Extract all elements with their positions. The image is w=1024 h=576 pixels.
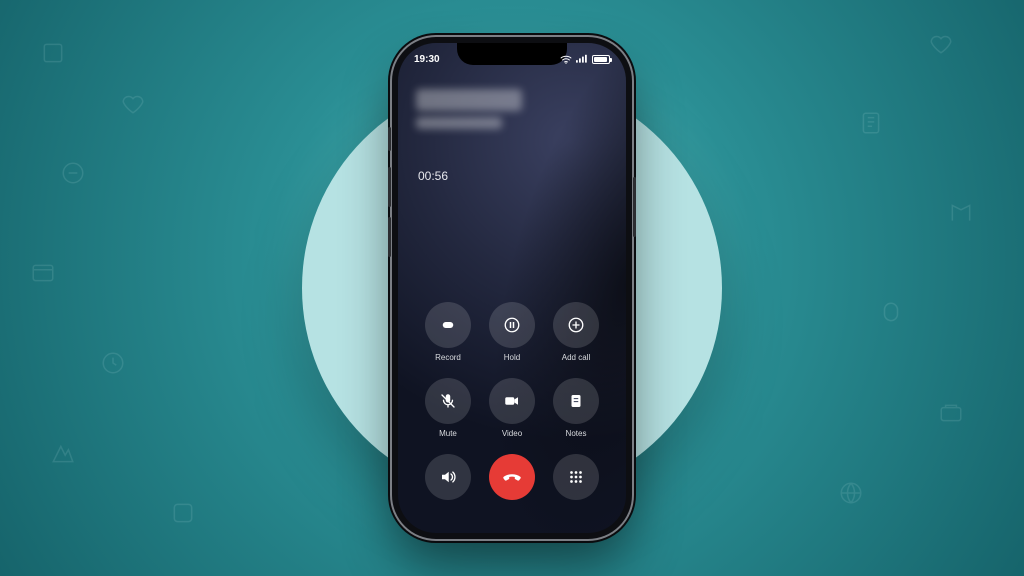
hold-button[interactable] (489, 302, 535, 348)
caller-name-blurred (416, 89, 608, 135)
speaker-control (418, 454, 478, 505)
status-bar: 19:30 (398, 49, 626, 69)
hold-label: Hold (504, 353, 520, 362)
end-call-control (482, 454, 542, 505)
volume-up-button (388, 167, 391, 207)
phone-frame: 19:30 00:56 Record (392, 37, 632, 539)
record-icon (439, 316, 457, 334)
pause-icon (503, 316, 521, 334)
notes-label: Notes (566, 429, 587, 438)
volume-down-button (388, 217, 391, 257)
mute-label: Mute (439, 429, 457, 438)
phone-hangup-icon (501, 466, 523, 488)
record-control: Record (418, 302, 478, 362)
keypad-button[interactable] (553, 454, 599, 500)
side-button (388, 127, 391, 151)
power-button (633, 177, 636, 237)
video-control: Video (482, 378, 542, 438)
speaker-button[interactable] (425, 454, 471, 500)
battery-icon (592, 55, 610, 64)
notes-button[interactable] (553, 378, 599, 424)
keypad-icon (567, 468, 585, 486)
video-label: Video (502, 429, 522, 438)
mute-control: Mute (418, 378, 478, 438)
stage: 19:30 00:56 Record (0, 0, 1024, 576)
add-call-control: Add call (546, 302, 606, 362)
keypad-control (546, 454, 606, 505)
wifi-icon (560, 54, 572, 64)
hold-control: Hold (482, 302, 542, 362)
phone-screen: 19:30 00:56 Record (398, 43, 626, 533)
add-call-button[interactable] (553, 302, 599, 348)
notes-icon (567, 392, 585, 410)
record-button[interactable] (425, 302, 471, 348)
notes-control: Notes (546, 378, 606, 438)
plus-icon (567, 316, 585, 334)
signal-icon (576, 54, 588, 64)
video-icon (503, 392, 521, 410)
status-time: 19:30 (414, 54, 440, 65)
speaker-icon (439, 468, 457, 486)
call-controls-grid: Record Hold Add call (398, 302, 626, 505)
mic-off-icon (439, 392, 457, 410)
video-button[interactable] (489, 378, 535, 424)
call-duration: 00:56 (418, 169, 448, 183)
mute-button[interactable] (425, 378, 471, 424)
end-call-button[interactable] (489, 454, 535, 500)
record-label: Record (435, 353, 461, 362)
add-call-label: Add call (562, 353, 590, 362)
